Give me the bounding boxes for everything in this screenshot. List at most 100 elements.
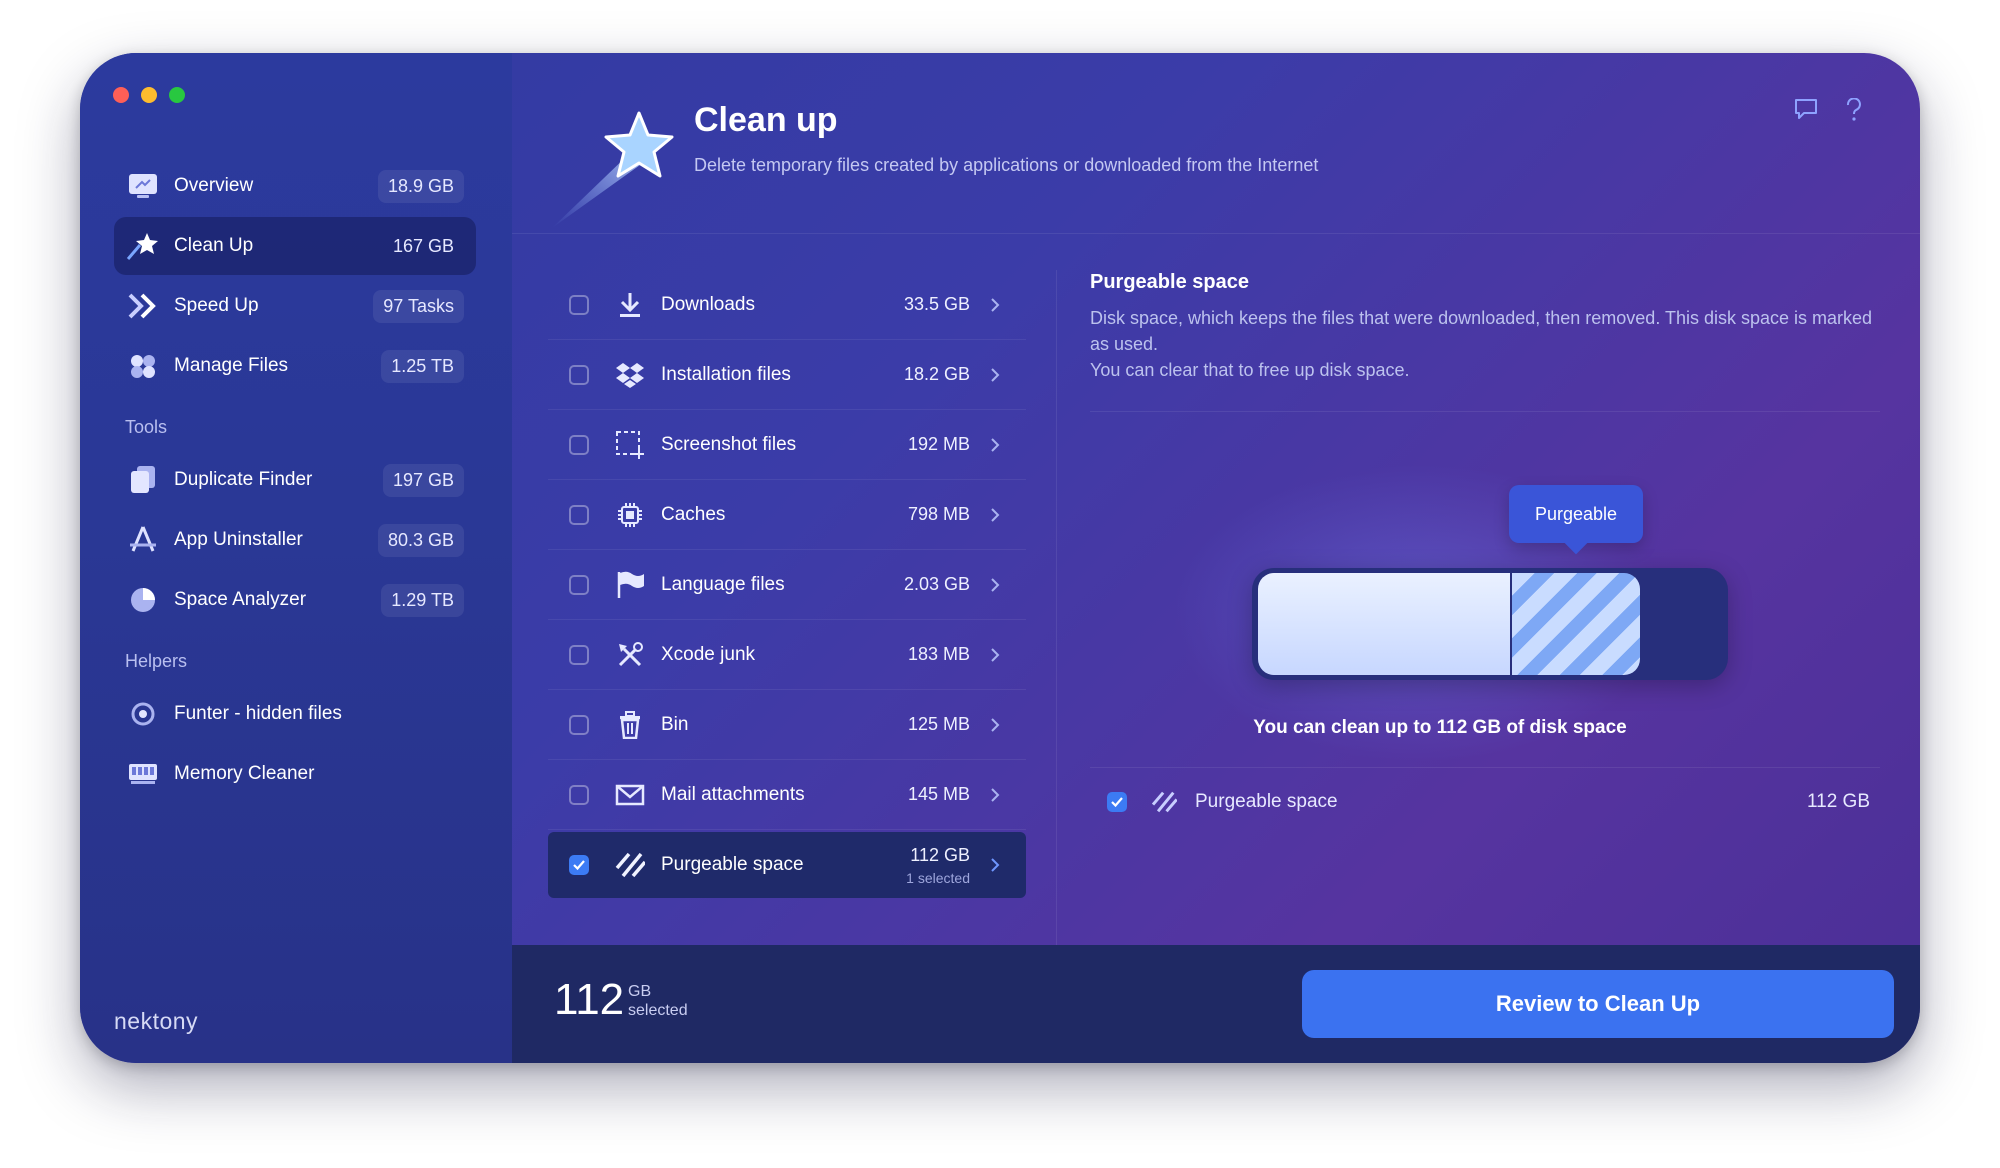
checkmark-icon	[573, 860, 585, 871]
sidebar-item-label: Speed Up	[174, 295, 259, 316]
detail-description-line: Disk space, which keeps the files that w…	[1090, 308, 1873, 354]
zoom-window-button[interactable]	[169, 87, 185, 103]
list-divider	[1056, 270, 1057, 970]
sidebar-item-manage-files[interactable]: Manage Files 1.25 TB	[114, 337, 476, 395]
chevron-right-icon[interactable]	[984, 577, 1006, 593]
memory-icon	[126, 757, 160, 791]
cleanup-star-illustration-icon	[542, 93, 692, 233]
sidebar-item-value: 97 Tasks	[373, 289, 464, 323]
screenshot-icon	[613, 428, 647, 462]
sidebar-item-label: Memory Cleaner	[174, 763, 315, 784]
close-window-button[interactable]	[113, 87, 129, 103]
download-icon	[613, 288, 647, 322]
category-row-screenshot-files[interactable]: Screenshot files 192 MB	[548, 410, 1026, 480]
feedback-chat-icon[interactable]	[1794, 98, 1818, 127]
chevron-right-icon[interactable]	[984, 857, 1006, 873]
category-size-value: 112 GB	[910, 844, 970, 865]
category-checkbox[interactable]	[569, 434, 589, 455]
category-row-installation-files[interactable]: Installation files 18.2 GB	[548, 340, 1026, 410]
category-checkbox[interactable]	[569, 855, 589, 875]
sidebar-item-speedup[interactable]: Speed Up 97 Tasks	[114, 277, 476, 335]
category-size: 2.03 GB	[903, 574, 970, 594]
chip-icon	[613, 498, 647, 532]
footer-bar: 112 GB selected Review to Clean Up	[512, 945, 1920, 1063]
page-title: Clean up	[694, 101, 838, 139]
sidebar-item-label: Duplicate Finder	[174, 469, 313, 490]
category-row-bin[interactable]: Bin 125 MB	[548, 690, 1026, 760]
detail-description: Disk space, which keeps the files that w…	[1090, 305, 1880, 383]
trash-icon	[613, 708, 647, 742]
category-row-language-files[interactable]: Language files 2.03 GB	[548, 550, 1026, 620]
minimize-window-button[interactable]	[141, 87, 157, 103]
category-size: 798 MB	[907, 504, 970, 524]
category-checkbox[interactable]	[569, 574, 589, 595]
category-label: Downloads	[661, 293, 755, 315]
detail-item-size: 112 GB	[1806, 791, 1870, 812]
chevron-right-icon[interactable]	[984, 507, 1006, 523]
sidebar-item-cleanup[interactable]: Clean Up 167 GB	[114, 217, 476, 275]
disk-used-segment	[1258, 573, 1510, 675]
category-label: Installation files	[661, 363, 791, 385]
help-icon[interactable]	[1844, 97, 1864, 127]
category-row-caches[interactable]: Caches 798 MB	[548, 480, 1026, 550]
manage-files-icon	[126, 349, 160, 383]
overview-icon	[126, 169, 160, 203]
sidebar-item-value: 1.25 TB	[381, 349, 464, 383]
duplicate-icon	[126, 463, 160, 497]
detail-divider	[1090, 411, 1880, 412]
top-toolbar	[1794, 97, 1864, 127]
chevron-right-icon[interactable]	[984, 367, 1006, 383]
cleanup-star-icon	[126, 229, 160, 263]
category-checkbox[interactable]	[569, 504, 589, 525]
category-row-purgeable-space[interactable]: Purgeable space 112 GB 1 selected	[548, 832, 1026, 898]
category-checkbox[interactable]	[569, 644, 589, 665]
detail-item-purgeable-space[interactable]: Purgeable space 112 GB	[1107, 777, 1870, 827]
category-checkbox[interactable]	[569, 294, 589, 315]
category-checkbox[interactable]	[569, 714, 589, 735]
page-subtitle: Delete temporary files created by applic…	[694, 155, 1319, 175]
speedup-icon	[126, 289, 160, 323]
chevron-right-icon[interactable]	[984, 437, 1006, 453]
review-to-clean-up-button[interactable]: Review to Clean Up	[1302, 970, 1894, 1038]
uninstaller-icon	[126, 523, 160, 557]
space-analyzer-icon	[126, 583, 160, 617]
sidebar-item-memory-cleaner[interactable]: Memory Cleaner	[114, 745, 476, 803]
sidebar-item-label: Funter - hidden files	[174, 703, 342, 724]
detail-divider	[1090, 767, 1880, 768]
category-row-downloads[interactable]: Downloads 33.5 GB	[548, 270, 1026, 340]
category-row-xcode-junk[interactable]: Xcode junk 183 MB	[548, 620, 1026, 690]
sidebar-item-value: 197 GB	[382, 463, 464, 497]
sidebar-item-funter[interactable]: Funter - hidden files	[114, 685, 476, 743]
chevron-right-icon[interactable]	[984, 717, 1006, 733]
sidebar-item-value: 18.9 GB	[377, 169, 464, 203]
category-row-mail-attachments[interactable]: Mail attachments 145 MB	[548, 760, 1026, 830]
nektony-logo: nektony	[114, 1008, 199, 1034]
detail-description-line: You can clear that to free up disk space…	[1090, 360, 1410, 380]
selected-unit: GB selected	[628, 982, 688, 1020]
flag-icon	[613, 568, 647, 602]
clean-up-summary: You can clean up to 112 GB of disk space	[1253, 717, 1627, 738]
chevron-right-icon[interactable]	[984, 647, 1006, 663]
detail-item-checkbox[interactable]	[1107, 792, 1127, 812]
category-checkbox[interactable]	[569, 364, 589, 385]
chevron-right-icon[interactable]	[984, 297, 1006, 313]
category-selected-count: 1 selected	[906, 869, 970, 886]
tools-section-title: Tools	[125, 417, 168, 437]
sidebar-item-value: 80.3 GB	[377, 523, 464, 557]
chevron-right-icon[interactable]	[984, 787, 1006, 803]
category-label: Xcode junk	[661, 643, 756, 665]
category-size: 33.5 GB	[903, 294, 970, 314]
sidebar-item-value: 1.29 TB	[381, 583, 464, 617]
tools-icon	[613, 638, 647, 672]
striped-icon	[613, 848, 647, 882]
sidebar: Overview 18.9 GB Clean Up 167 GB Speed U…	[80, 53, 512, 1063]
sidebar-item-space-analyzer[interactable]: Space Analyzer 1.29 TB	[114, 571, 476, 629]
dropbox-icon	[613, 358, 647, 392]
sidebar-item-duplicate-finder[interactable]: Duplicate Finder 197 GB	[114, 451, 476, 509]
category-size: 112 GB 1 selected	[906, 845, 970, 886]
sidebar-item-overview[interactable]: Overview 18.9 GB	[114, 157, 476, 215]
category-checkbox[interactable]	[569, 784, 589, 805]
category-size: 183 MB	[907, 644, 970, 664]
app-window: Overview 18.9 GB Clean Up 167 GB Speed U…	[80, 53, 1920, 1063]
sidebar-item-app-uninstaller[interactable]: App Uninstaller 80.3 GB	[114, 511, 476, 569]
